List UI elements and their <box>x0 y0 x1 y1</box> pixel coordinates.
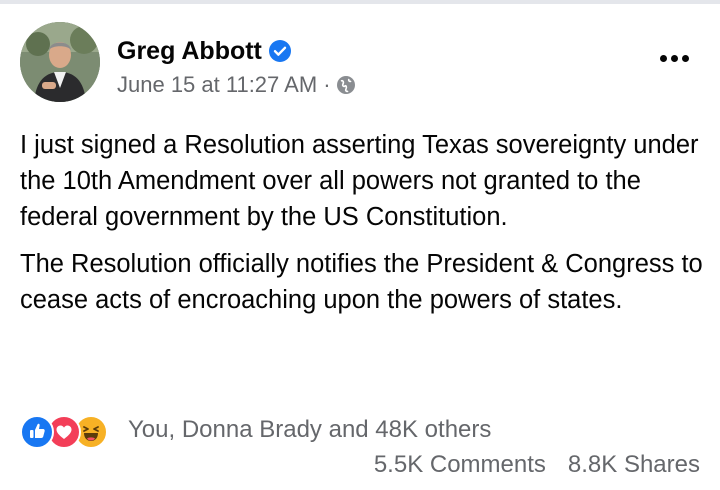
post-paragraph-2: The Resolution officially notifies the P… <box>20 250 703 314</box>
post-timestamp[interactable]: June 15 at 11:27 AM <box>117 72 317 98</box>
post-body: I just signed a Resolution asserting Tex… <box>20 127 710 329</box>
avatar-photo <box>20 22 100 102</box>
meta-separator: · <box>323 72 331 97</box>
more-options-button[interactable] <box>654 46 694 70</box>
more-dots-icon <box>681 54 689 62</box>
post-meta: June 15 at 11:27 AM · <box>117 71 356 99</box>
engagement-counts: 5.5K Comments 8.8K Shares <box>374 449 700 481</box>
more-dots-icon <box>670 54 678 62</box>
post-paragraph-1: I just signed a Resolution asserting Tex… <box>20 131 699 231</box>
facebook-post: Greg Abbott June 15 at 11:27 AM · I just… <box>0 0 720 490</box>
verified-badge-icon <box>268 40 291 62</box>
avatar[interactable] <box>20 22 100 102</box>
comments-count-link[interactable]: 5.5K Comments <box>374 451 546 479</box>
reaction-icons[interactable] <box>20 413 120 449</box>
author-name[interactable]: Greg Abbott <box>117 37 262 66</box>
reactions-summary: You, Donna Brady and 48K others <box>20 413 491 449</box>
shares-count-link[interactable]: 8.8K Shares <box>568 451 700 479</box>
post-header: Greg Abbott June 15 at 11:27 AM · <box>20 22 700 106</box>
like-icon <box>20 415 54 449</box>
globe-icon[interactable] <box>336 75 356 95</box>
reaction-summary-text[interactable]: You, Donna Brady and 48K others <box>128 416 491 444</box>
author-row: Greg Abbott <box>117 34 291 68</box>
more-dots-icon <box>659 54 667 62</box>
